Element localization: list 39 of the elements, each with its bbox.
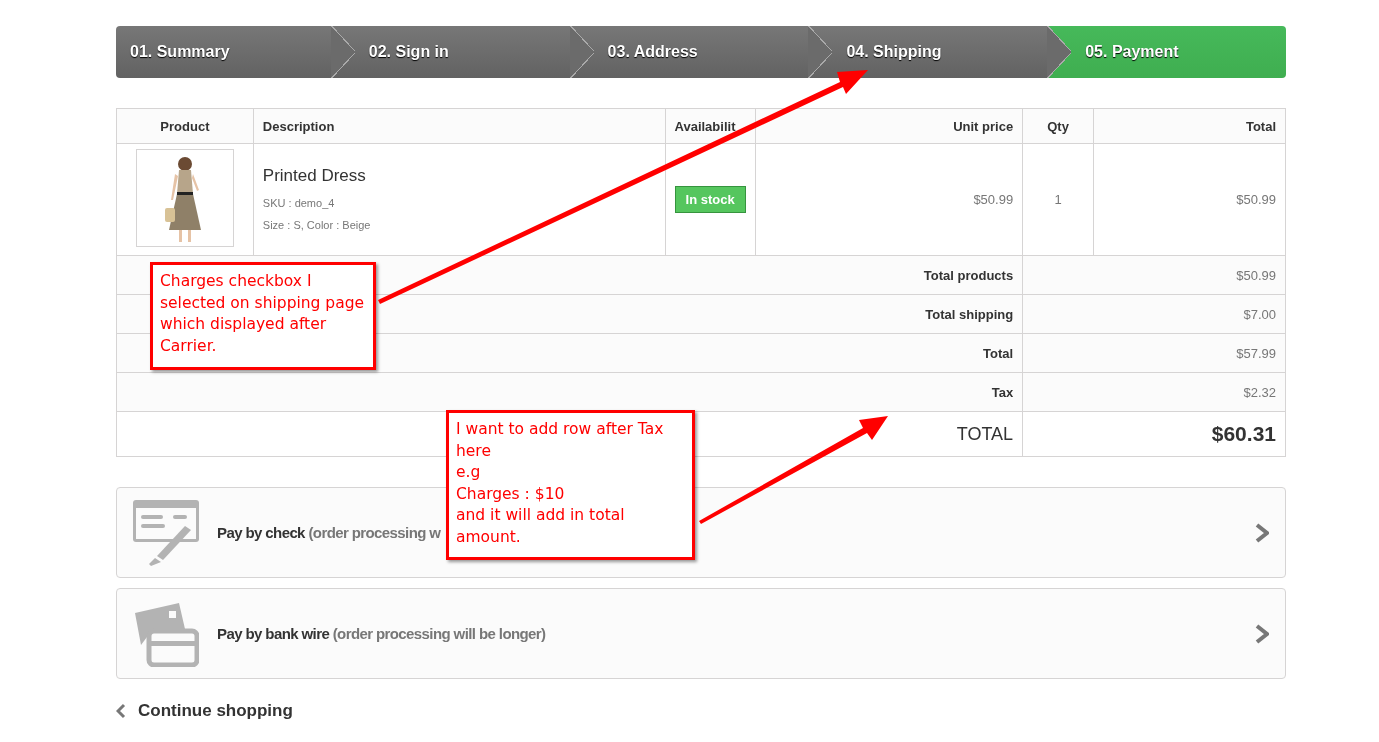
checkout-step[interactable]: 05. Payment xyxy=(1047,26,1286,78)
column-header: Total xyxy=(1093,108,1286,144)
summary-value: $7.00 xyxy=(1243,306,1276,322)
chevron-right-icon xyxy=(1255,623,1269,644)
summary-label: Total products xyxy=(923,267,1014,283)
product-attributes: Size : S, Color : Beige xyxy=(262,217,372,233)
summary-label: Total xyxy=(983,345,1014,361)
summary-value: $50.99 xyxy=(1236,267,1276,283)
column-header: Qty xyxy=(1022,108,1094,144)
summary-label: Tax xyxy=(991,384,1014,400)
summary-value: $57.99 xyxy=(1236,345,1276,361)
unit-price: $50.99 xyxy=(973,192,1014,207)
quantity: 1 xyxy=(1054,192,1062,207)
payment-label: Pay by bank wire (order processing will be longer) xyxy=(217,625,546,642)
checkout-step[interactable]: 02. Sign in xyxy=(330,26,570,78)
check-pen-icon xyxy=(133,499,199,566)
summary-label: TOTAL xyxy=(956,423,1014,444)
column-header: Unit price xyxy=(755,108,1023,144)
checkout-step[interactable]: 04. Shipping xyxy=(808,26,1048,78)
product-name[interactable]: Printed Dress xyxy=(262,165,656,186)
chevron-right-icon xyxy=(1255,522,1269,543)
summary-value: $2.32 xyxy=(1243,384,1276,400)
summary-label: Total shipping xyxy=(925,306,1014,322)
column-header: Description xyxy=(253,108,666,144)
summary-value: $60.31 xyxy=(1211,422,1276,445)
credit-card-icon xyxy=(133,600,199,667)
annotation-tooltip: Charges checkbox I selected on shipping page which displayed after Carrier. xyxy=(150,262,376,370)
line-total: $50.99 xyxy=(1236,192,1276,207)
stock-badge: In stock xyxy=(674,186,746,213)
column-header: Product xyxy=(116,108,254,144)
chevron-left-icon xyxy=(116,703,126,719)
checkout-step[interactable]: 01. Summary xyxy=(116,26,331,78)
continue-shopping-link[interactable]: Continue shopping xyxy=(116,701,293,721)
column-header: Availabilit xyxy=(665,108,756,144)
annotation-tooltip: I want to add row after Tax here e.g Charges : $10 and it will add in total amount. xyxy=(446,410,695,560)
payment-option[interactable]: Pay by bank wire (order processing will be longer) xyxy=(116,588,1286,679)
checkout-step[interactable]: 03. Address xyxy=(569,26,809,78)
product-sku: SKU : demo_4 xyxy=(262,195,336,211)
payment-label: Pay by check (order processing w xyxy=(217,524,441,541)
